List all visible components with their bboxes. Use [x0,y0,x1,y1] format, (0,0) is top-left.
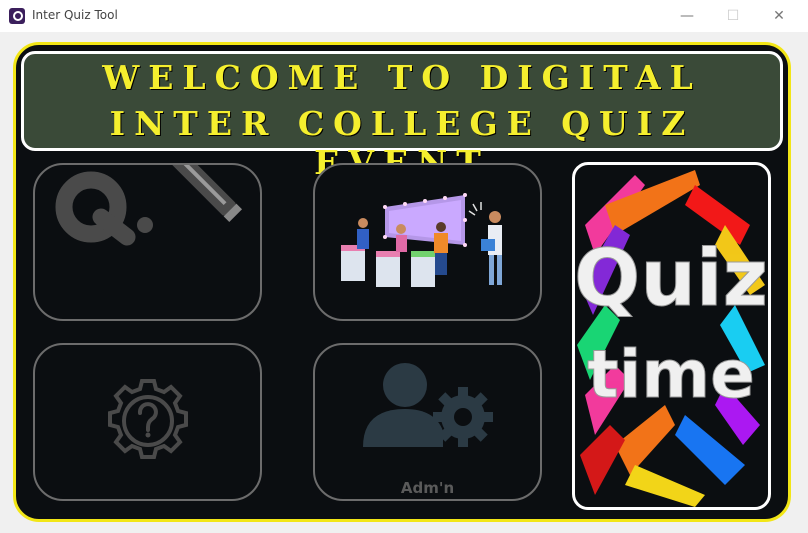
admin-tile-button[interactable]: Adm'n [313,343,542,501]
window-titlebar: Inter Quiz Tool — ☐ ✕ [0,0,808,32]
quiz-pencil-icon [55,165,243,246]
banner-title-line1: WELCOME TO DIGITAL [102,58,702,97]
question-gear-icon [108,379,188,459]
quiz-time-text-time: time [587,336,755,413]
quiz-tile-button[interactable] [33,163,262,321]
quiz-time-tile-button[interactable]: Quiz time [572,162,771,510]
welcome-banner: WELCOME TO DIGITAL INTER COLLEGE QUIZ EV… [21,51,783,182]
close-button[interactable]: ✕ [756,0,802,32]
admin-label: Adm'n [400,479,455,497]
minimize-button[interactable]: — [664,0,710,32]
players-tile-button[interactable] [313,163,542,321]
admin-gear-icon [363,363,493,447]
window-title: Inter Quiz Tool [32,8,118,22]
quiz-show-players-icon [341,193,502,287]
quiz-app-icon [9,8,25,24]
quiz-time-text-quiz: Quiz [575,234,768,324]
help-tile-button[interactable] [33,343,262,501]
quiz-time-image: Quiz time [575,170,768,507]
maximize-button[interactable]: ☐ [710,0,756,32]
